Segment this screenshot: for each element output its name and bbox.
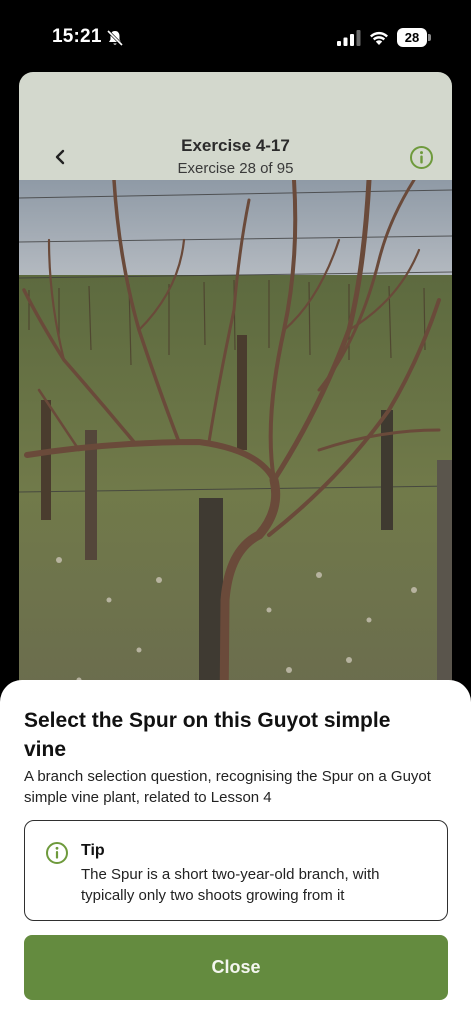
exercise-header: Exercise 4-17 Exercise 28 of 95 xyxy=(19,72,452,180)
battery-tip xyxy=(428,34,431,41)
vine-photo[interactable] xyxy=(19,180,452,712)
tip-box: Tip The Spur is a short two-year-old bra… xyxy=(24,820,448,921)
battery-icon: 28 xyxy=(397,28,431,47)
tip-text: The Spur is a short two-year-old branch,… xyxy=(81,866,380,904)
wifi-icon xyxy=(370,31,388,45)
bottom-sheet: Select the Spur on this Guyot simple vin… xyxy=(0,680,471,1024)
close-button[interactable]: Close xyxy=(24,935,448,1000)
status-bar: 15:21 28 xyxy=(0,0,471,70)
bell-slash-icon xyxy=(106,29,124,47)
info-icon xyxy=(46,842,68,864)
info-icon[interactable] xyxy=(409,145,434,170)
exercise-title: Exercise 4-17 xyxy=(181,136,290,155)
status-time: 15:21 xyxy=(52,26,102,47)
sheet-title: Select the Spur on this Guyot simple vin… xyxy=(24,709,391,761)
exercise-card: Exercise 4-17 Exercise 28 of 95 xyxy=(19,72,452,712)
sheet-description: A branch selection question, recognising… xyxy=(24,768,431,806)
tip-title: Tip xyxy=(81,842,105,859)
signal-icon xyxy=(337,30,361,46)
exercise-progress: Exercise 28 of 95 xyxy=(177,160,294,177)
screen: 15:21 28 Exercise 4-17 Exercise 28 of 95… xyxy=(0,0,471,1024)
battery-level: 28 xyxy=(397,28,427,47)
